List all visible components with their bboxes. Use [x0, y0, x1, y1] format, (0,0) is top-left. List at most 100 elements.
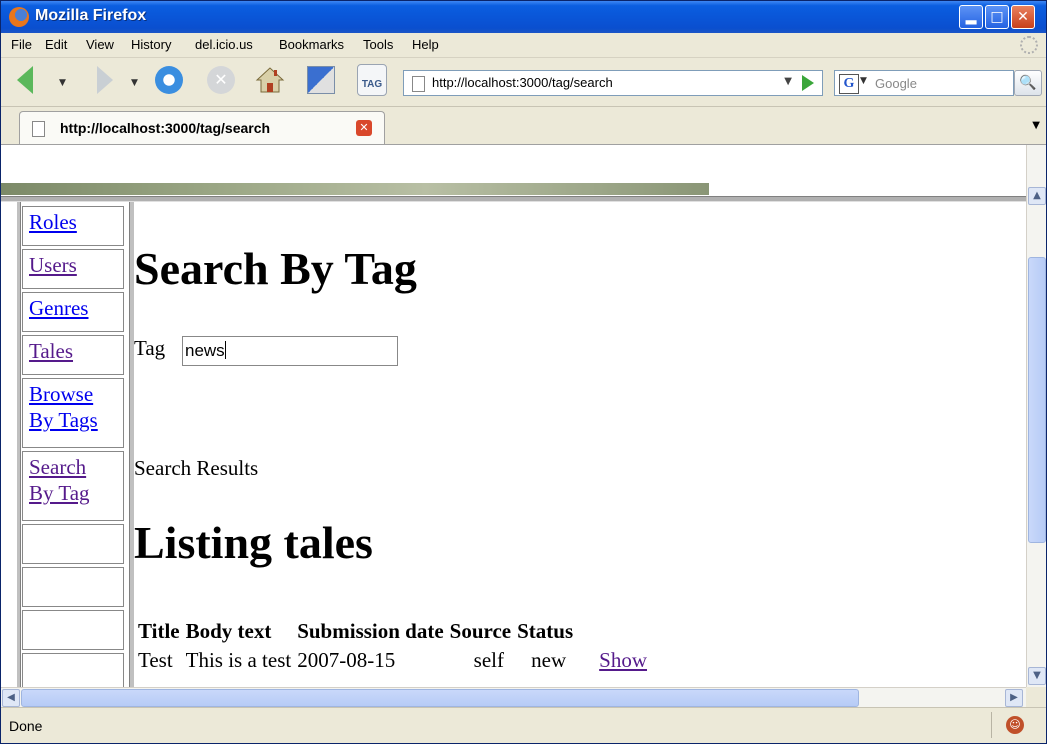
column-header-submission-date: Submission date	[297, 619, 444, 643]
cell-status: new	[531, 648, 567, 672]
tag-input-value: news	[185, 341, 225, 360]
firefox-logo-icon	[9, 7, 29, 27]
column-header-title: Title	[138, 619, 180, 643]
vertical-scroll-thumb[interactable]	[1028, 257, 1046, 543]
scroll-up-icon[interactable]: ▲	[1028, 187, 1046, 205]
navigation-toolbar: ▼ ▼ ✕ TAG http://localhost:3000/tag/sear…	[1, 58, 1046, 107]
window-layout-icon[interactable]	[307, 66, 335, 94]
tab-bar: http://localhost:3000/tag/search ✕ ▼	[1, 107, 1046, 145]
cell-submission-date: 2007-08-15	[297, 648, 396, 672]
page-icon	[32, 121, 45, 137]
table-row: Test This is a test 2007-08-15 self new …	[136, 647, 649, 674]
column-header-actions	[577, 618, 649, 645]
scroll-right-icon[interactable]: ▶	[1005, 689, 1023, 707]
nav-frame: Roles Users Genres Tales Browse By Tags …	[17, 202, 129, 687]
back-history-dropdown-icon[interactable]: ▼	[59, 78, 66, 88]
url-text[interactable]: http://localhost:3000/tag/search	[432, 75, 613, 90]
go-arrow-icon[interactable]	[802, 75, 814, 91]
tales-table: Title Body text Submission date Source S…	[134, 616, 651, 676]
page-icon	[412, 76, 425, 92]
maximize-button[interactable]: □	[985, 5, 1009, 29]
forward-arrow-icon[interactable]	[97, 66, 113, 94]
home-icon[interactable]	[255, 66, 285, 94]
engine-dropdown-icon[interactable]: ▼	[860, 76, 867, 86]
tag-field-label: Tag	[134, 336, 166, 360]
search-results-label: Search Results	[134, 456, 259, 480]
menu-bar: File Edit View History del.icio.us Bookm…	[1, 33, 1046, 58]
google-engine-icon[interactable]: G	[839, 74, 859, 94]
cell-body-text: This is a test	[185, 648, 292, 672]
close-button[interactable]: ✕	[1011, 5, 1035, 29]
cell-title: Test	[138, 648, 173, 672]
nav-cell-empty	[22, 653, 124, 687]
window-title: Mozilla Firefox	[35, 7, 147, 24]
nav-link-users[interactable]: Users	[29, 252, 77, 278]
nav-cell-browse-by-tags: Browse By Tags	[22, 378, 124, 448]
vertical-scrollbar[interactable]: ▲ ▼	[1026, 145, 1046, 687]
search-placeholder: Google	[875, 76, 917, 91]
title-bar: Mozilla Firefox ▂ □ ✕	[1, 1, 1046, 33]
url-history-dropdown-icon[interactable]: ▼	[784, 76, 792, 87]
activity-throbber-icon	[1020, 36, 1038, 54]
minimize-button[interactable]: ▂	[959, 5, 983, 29]
nav-link-browse-by-tags[interactable]: Browse By Tags	[29, 381, 121, 433]
nav-cell-empty	[22, 524, 124, 564]
tab-list-dropdown-icon[interactable]: ▼	[1032, 120, 1040, 131]
scroll-left-icon[interactable]: ◀	[2, 689, 20, 707]
column-header-status: Status	[517, 619, 574, 643]
text-caret	[224, 341, 226, 359]
column-header-body-text: Body text	[185, 619, 272, 643]
search-box[interactable]: G ▼ Google	[834, 70, 1014, 96]
nav-cell-genres: Genres	[22, 292, 124, 332]
forward-history-dropdown-icon[interactable]: ▼	[131, 78, 138, 88]
menu-edit[interactable]: Edit	[45, 37, 67, 52]
cell-actions: Show	[577, 647, 649, 674]
greasemonkey-icon[interactable]: ☺	[1006, 716, 1024, 734]
content-viewport: Roles Users Genres Tales Browse By Tags …	[1, 145, 1026, 687]
nav-cell-empty	[22, 610, 124, 650]
nav-link-search-by-tag[interactable]: Search By Tag	[29, 454, 109, 506]
status-separator	[991, 712, 992, 738]
horizontal-scrollbar[interactable]: ◀ ▶	[1, 687, 1026, 708]
tab-label: http://localhost:3000/tag/search	[60, 120, 271, 136]
table-header-row: Title Body text Submission date Source S…	[136, 618, 649, 645]
back-arrow-icon[interactable]	[17, 66, 33, 94]
column-header-source: Source	[449, 619, 512, 643]
nav-cell-empty	[22, 567, 124, 607]
reload-icon[interactable]	[155, 66, 183, 94]
menu-history[interactable]: History	[131, 37, 171, 52]
tag-icon[interactable]: TAG	[357, 64, 387, 96]
menu-help[interactable]: Help	[412, 37, 439, 52]
status-text: Done	[9, 718, 43, 734]
address-bar[interactable]: http://localhost:3000/tag/search ▼	[403, 70, 823, 96]
horizontal-scroll-thumb[interactable]	[21, 689, 859, 707]
nav-link-genres[interactable]: Genres	[29, 295, 88, 321]
top-banner-image	[1, 183, 709, 195]
nav-cell-users: Users	[22, 249, 124, 289]
tag-input[interactable]: news	[182, 336, 398, 366]
menu-bookmarks[interactable]: Bookmarks	[279, 37, 344, 52]
main-frame: Search By Tag Tag news Search Results Li…	[134, 202, 1014, 687]
nav-cell-search-by-tag: Search By Tag	[22, 451, 124, 521]
cell-source: self	[473, 648, 504, 672]
page-title: Search By Tag	[134, 243, 417, 294]
show-link[interactable]: Show	[599, 648, 647, 672]
tab-close-icon[interactable]: ✕	[356, 120, 372, 136]
nav-link-roles[interactable]: Roles	[29, 209, 77, 235]
browser-window: Mozilla Firefox ▂ □ ✕ File Edit View His…	[0, 0, 1047, 744]
magnifier-icon[interactable]: 🔍	[1014, 70, 1042, 96]
scrollbar-corner	[1026, 687, 1046, 707]
nav-cell-tales: Tales	[22, 335, 124, 375]
menu-delicious[interactable]: del.icio.us	[195, 37, 253, 52]
menu-tools[interactable]: Tools	[363, 37, 393, 52]
stop-icon[interactable]: ✕	[207, 66, 235, 94]
scroll-down-icon[interactable]: ▼	[1028, 667, 1046, 685]
status-bar: Done ☺	[1, 707, 1046, 743]
nav-link-tales[interactable]: Tales	[29, 338, 73, 364]
nav-cell-roles: Roles	[22, 206, 124, 246]
menu-view[interactable]: View	[86, 37, 114, 52]
listing-heading: Listing tales	[134, 517, 373, 568]
nav-frame-border	[17, 202, 21, 687]
menu-file[interactable]: File	[11, 37, 32, 52]
tab-active[interactable]: http://localhost:3000/tag/search ✕	[19, 111, 385, 144]
